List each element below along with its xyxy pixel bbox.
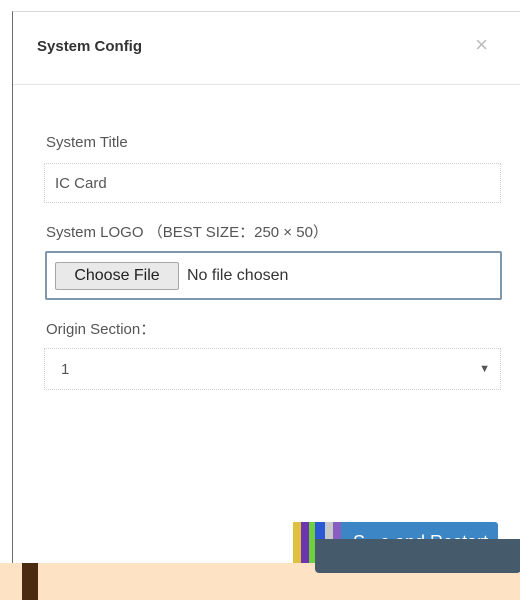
file-status-text: No file chosen — [187, 267, 289, 284]
origin-section-label: Origin Section： — [46, 321, 156, 338]
system-title-label: System Title — [46, 134, 128, 151]
system-logo-label: System LOGO （BEST SIZE：250 × 50） — [46, 224, 328, 241]
system-title-input[interactable] — [44, 163, 501, 203]
origin-section-value: 1 — [61, 361, 70, 378]
origin-section-select[interactable]: 1 ▼ — [44, 348, 501, 390]
choose-file-button[interactable]: Choose File — [55, 262, 179, 290]
banner-handle — [22, 563, 38, 600]
logo-file-input[interactable]: Choose File No file chosen — [45, 251, 502, 300]
dialog-title: System Config — [37, 38, 143, 55]
button-tooltip-overlay — [315, 539, 520, 573]
chevron-down-icon: ▼ — [479, 363, 490, 375]
system-config-dialog: System Config × System Title System LOGO… — [12, 11, 520, 571]
close-icon[interactable]: × — [475, 34, 488, 56]
dialog-header: System Config × — [13, 12, 520, 85]
